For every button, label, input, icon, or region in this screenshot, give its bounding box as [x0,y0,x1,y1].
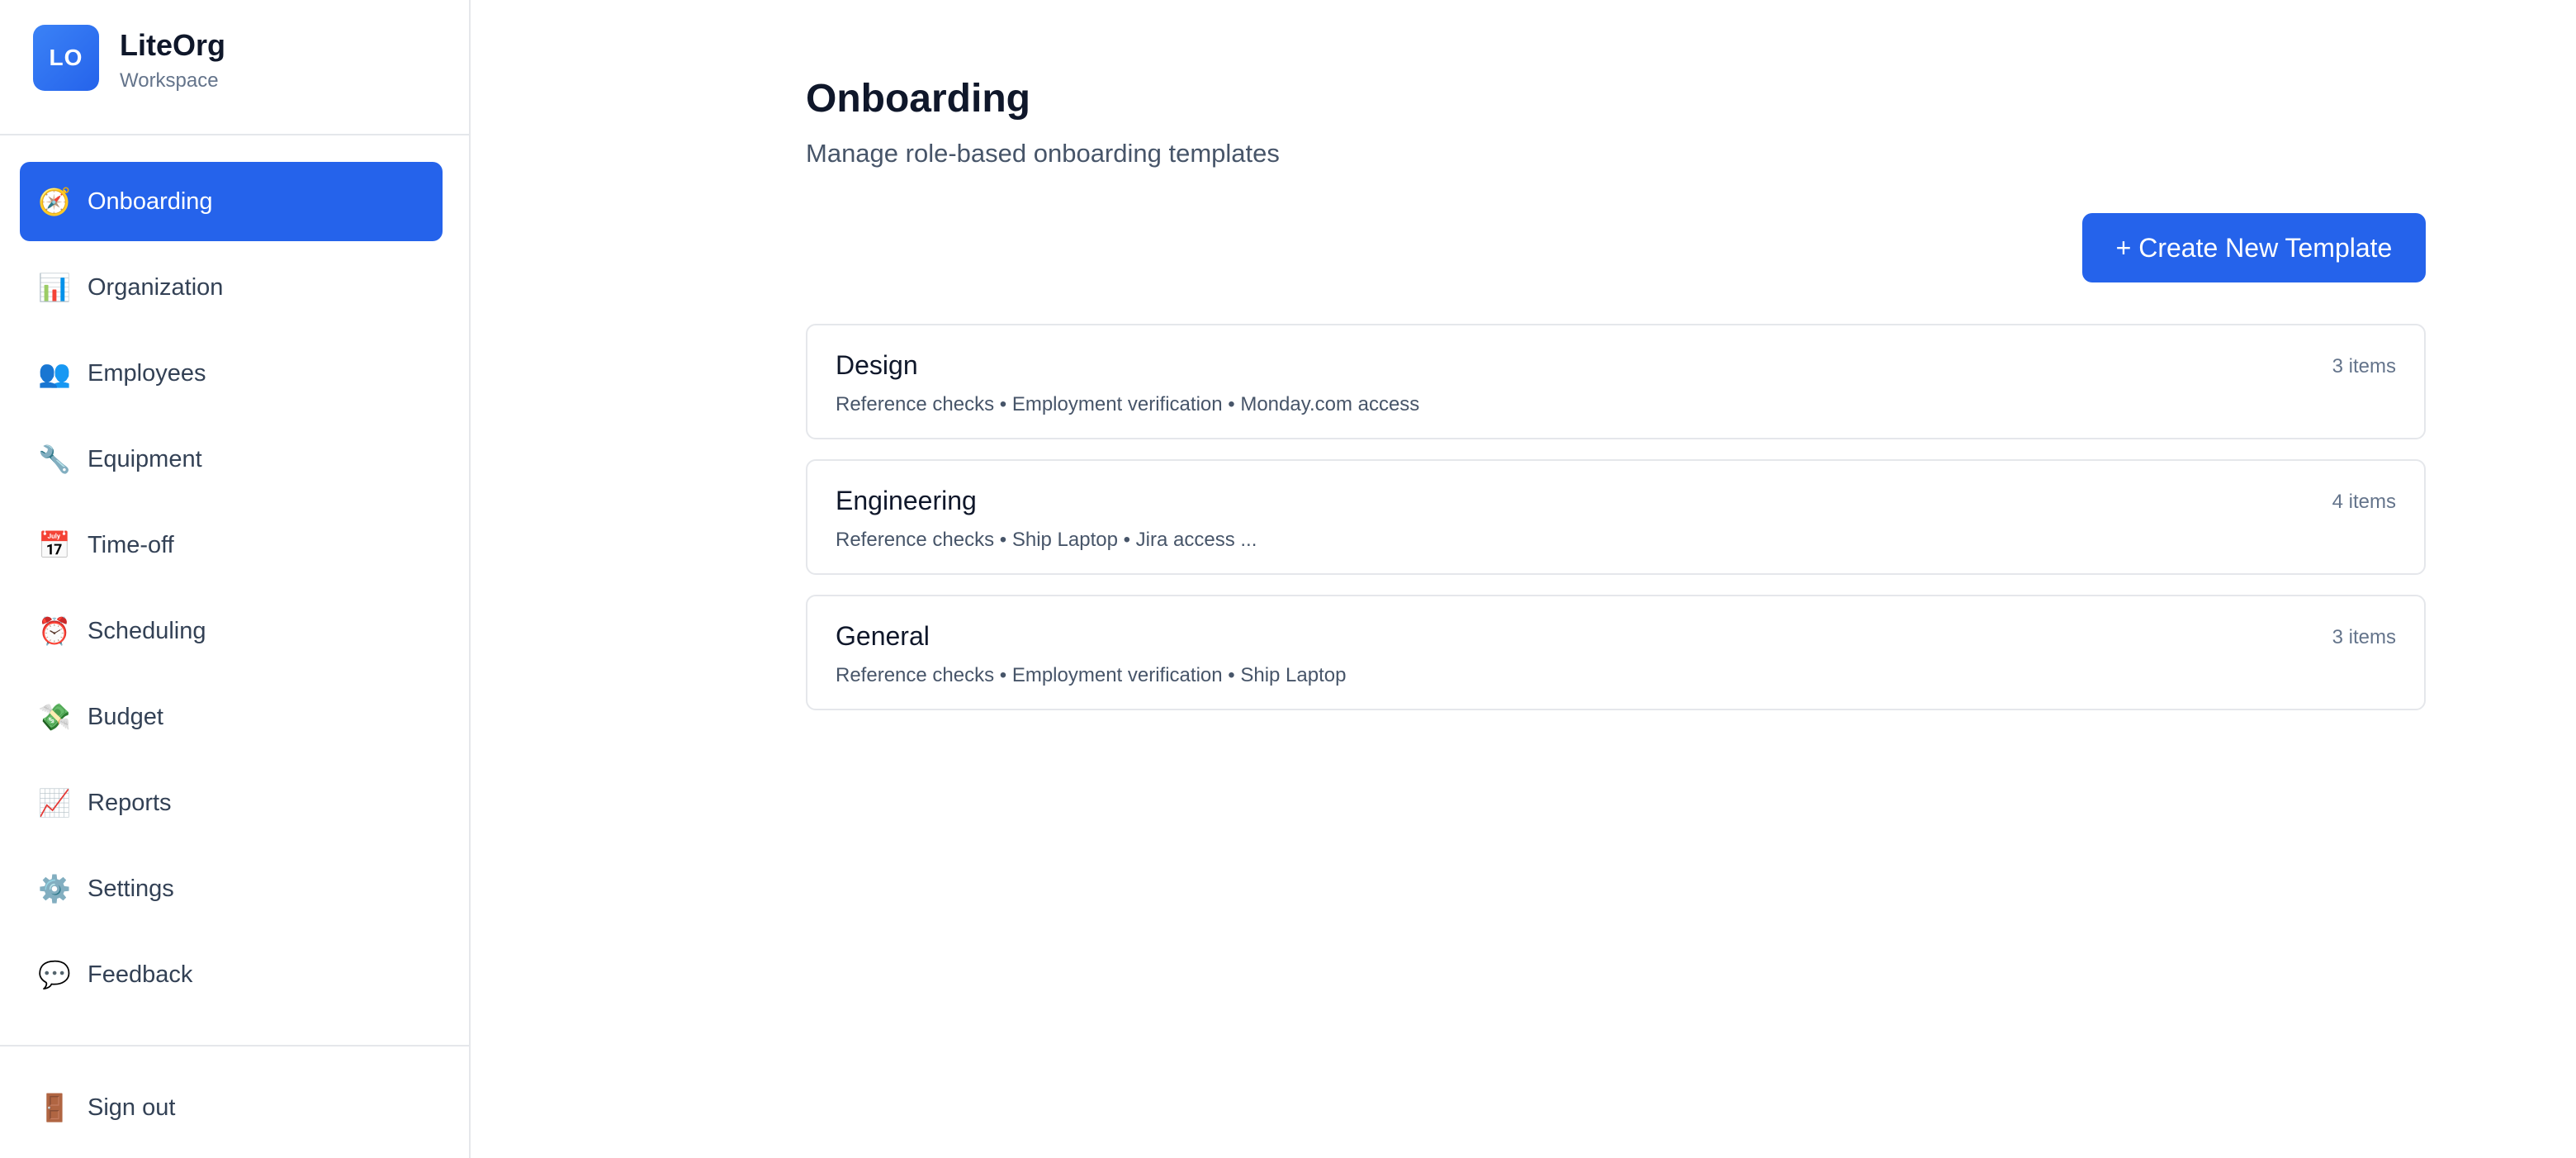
wrench-icon: 🔧 [38,444,71,475]
page-title: Onboarding [806,77,1030,121]
speech-bubble-icon: 💬 [38,959,71,990]
template-card-general[interactable]: General 3 items Reference checks • Emplo… [806,595,2426,710]
template-items: Reference checks • Employment verificati… [836,393,1420,415]
template-item-count: 4 items [2332,491,2396,513]
template-name: Engineering [836,486,977,515]
sidebar-item-label: Time-off [88,531,174,558]
template-items: Reference checks • Employment verificati… [836,664,1347,686]
template-item-count: 3 items [2332,355,2396,377]
sidebar-nav: 🧭 Onboarding 📊 Organization 👥 Employees … [20,162,443,1021]
sidebar-item-label: Equipment [88,445,202,472]
door-icon: 🚪 [38,1092,71,1123]
calendar-icon: 📅 [38,529,71,561]
create-template-button[interactable]: + Create New Template [2082,213,2426,282]
sidebar-item-employees[interactable]: 👥 Employees [20,334,443,413]
template-card-engineering[interactable]: Engineering 4 items Reference checks • S… [806,459,2426,575]
sidebar-item-label: Feedback [88,961,193,988]
page-subtitle: Manage role-based onboarding templates [806,139,1280,168]
compass-icon: 🧭 [38,186,71,217]
bar-chart-icon: 📊 [38,272,71,303]
brand-logo: LO [33,25,99,91]
sidebar-item-feedback[interactable]: 💬 Feedback [20,935,443,1014]
sidebar-item-label: Budget [88,703,163,730]
sign-out-button[interactable]: 🚪 Sign out [20,1075,443,1141]
brand-header: LO LiteOrg Workspace [0,0,469,135]
template-list: Design 3 items Reference checks • Employ… [806,324,2426,730]
sidebar-item-label: Organization [88,273,224,301]
sidebar-item-label: Settings [88,875,174,902]
alarm-clock-icon: ⏰ [38,615,71,647]
sidebar-item-time-off[interactable]: 📅 Time-off [20,505,443,585]
template-name: Design [836,350,918,380]
template-items: Reference checks • Ship Laptop • Jira ac… [836,529,1257,551]
people-icon: 👥 [38,358,71,389]
brand-subtitle: Workspace [120,69,219,92]
main-content: Onboarding Manage role-based onboarding … [472,0,2576,1158]
brand-name: LiteOrg [120,28,226,62]
sidebar-footer: 🚪 Sign out [0,1045,469,1158]
sidebar-item-label: Scheduling [88,617,206,644]
money-icon: 💸 [38,701,71,733]
sidebar-item-label: Onboarding [88,187,213,215]
sidebar-item-scheduling[interactable]: ⏰ Scheduling [20,591,443,671]
line-chart-icon: 📈 [38,787,71,819]
gear-icon: ⚙️ [38,873,71,904]
sign-out-label: Sign out [88,1094,176,1121]
sidebar-item-onboarding[interactable]: 🧭 Onboarding [20,162,443,241]
sidebar-item-label: Reports [88,789,172,816]
sidebar-item-reports[interactable]: 📈 Reports [20,763,443,842]
sidebar-item-settings[interactable]: ⚙️ Settings [20,849,443,928]
sidebar-item-budget[interactable]: 💸 Budget [20,677,443,757]
template-card-design[interactable]: Design 3 items Reference checks • Employ… [806,324,2426,439]
sidebar-item-label: Employees [88,359,206,387]
template-name: General [836,621,930,651]
app-root: LO LiteOrg Workspace 🧭 Onboarding 📊 Orga… [0,0,2576,1158]
template-item-count: 3 items [2332,626,2396,648]
sidebar-item-equipment[interactable]: 🔧 Equipment [20,420,443,499]
sidebar: LO LiteOrg Workspace 🧭 Onboarding 📊 Orga… [0,0,471,1158]
sidebar-item-organization[interactable]: 📊 Organization [20,248,443,327]
